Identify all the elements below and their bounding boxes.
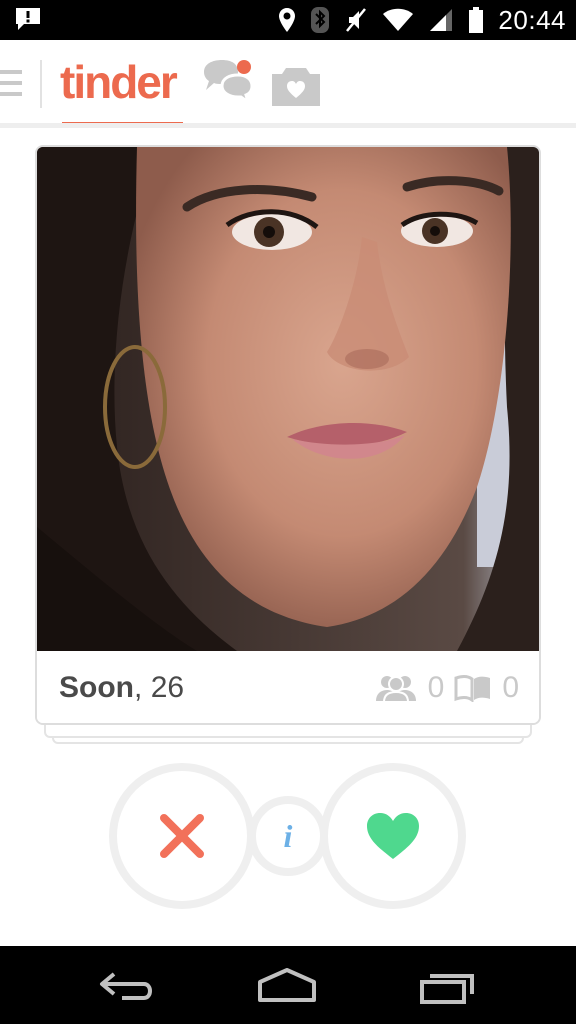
wifi-icon xyxy=(383,8,414,31)
profile-age: 26 xyxy=(150,671,185,704)
app-bar: tinder xyxy=(0,40,576,128)
shared-stats: 0 0 xyxy=(374,671,519,705)
recents-icon[interactable] xyxy=(412,966,482,1006)
back-icon[interactable] xyxy=(94,966,164,1006)
shared-friends-icon xyxy=(375,676,416,703)
info-button[interactable]: i xyxy=(248,796,328,876)
close-icon xyxy=(160,814,204,858)
like-button[interactable] xyxy=(320,763,466,909)
shared-interests-icon xyxy=(454,675,491,702)
moments-icon[interactable] xyxy=(268,62,324,108)
profile-card[interactable]: Soon, 26 0 0 xyxy=(35,145,541,725)
tinder-logo[interactable]: tinder xyxy=(60,56,178,108)
notification-alert-icon xyxy=(16,8,40,30)
shared-interests-count: 0 xyxy=(502,671,519,704)
signal-icon xyxy=(430,9,453,31)
bluetooth-icon xyxy=(311,7,330,33)
menu-icon[interactable] xyxy=(0,66,24,100)
status-bar: 20:44 xyxy=(0,0,576,40)
location-icon xyxy=(279,8,296,32)
name-age: Soon, 26 xyxy=(59,671,184,705)
profile-photo xyxy=(37,147,539,651)
profile-name: Soon xyxy=(59,671,134,704)
battery-icon xyxy=(469,7,484,33)
clock: 20:44 xyxy=(498,4,566,35)
nope-button[interactable] xyxy=(109,763,255,909)
system-nav-bar xyxy=(0,946,576,1024)
heart-icon xyxy=(367,813,419,859)
divider xyxy=(40,60,42,108)
name-separator: , xyxy=(134,671,143,704)
mute-icon xyxy=(346,8,367,32)
app-bar-border xyxy=(0,123,576,128)
home-icon[interactable] xyxy=(252,966,322,1006)
notification-dot xyxy=(237,60,251,74)
card-info: Soon, 26 0 0 xyxy=(37,651,539,723)
info-icon: i xyxy=(283,817,293,854)
shared-friends-count: 0 xyxy=(427,671,445,704)
chat-icon[interactable] xyxy=(200,58,256,108)
